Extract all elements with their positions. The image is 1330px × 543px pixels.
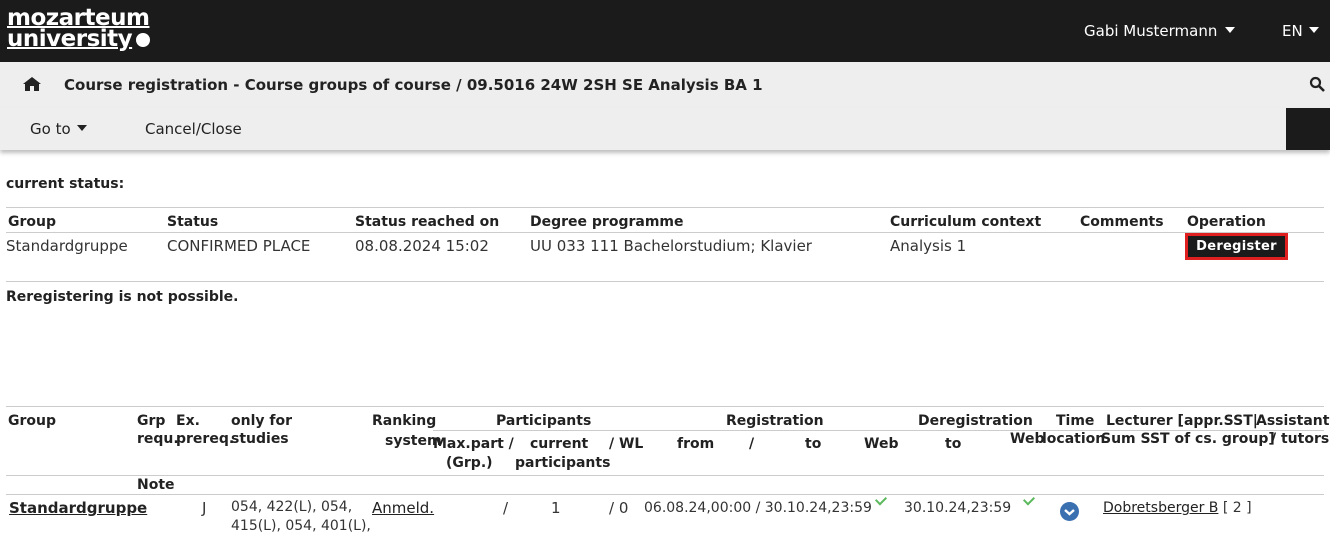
- col-only-for-line2: studies: [231, 431, 289, 447]
- curriculum-context: Analysis 1: [890, 237, 967, 255]
- col-current-line2: participants: [515, 455, 611, 471]
- col-dereg-to: to: [945, 436, 962, 452]
- divider: [6, 232, 1324, 233]
- deregister-button[interactable]: Deregister: [1185, 233, 1288, 260]
- col-ranking: Ranking: [372, 413, 437, 429]
- col-registration: Registration: [726, 413, 824, 429]
- ranking-link-text[interactable]: Anmeld.: [372, 499, 434, 517]
- col-reg-slash: /: [749, 436, 755, 452]
- reregister-note: Reregistering is not possible.: [6, 289, 239, 305]
- col-time: Time: [1056, 413, 1095, 429]
- check-icon: [1022, 493, 1036, 506]
- col-dereg-web: Web: [1010, 431, 1045, 447]
- col-reg-to: to: [805, 436, 822, 452]
- col-wl: / WL: [609, 436, 644, 452]
- language-menu[interactable]: EN: [1282, 22, 1319, 40]
- only-for-line1: 054, 422(L), 054,: [231, 499, 353, 515]
- chevron-down-icon: [1308, 27, 1319, 33]
- top-bar: mozarteum university Gabi Mustermann EN: [0, 0, 1330, 62]
- registration-period: 06.08.24,00:00 / 30.10.24,23:59: [644, 500, 872, 516]
- cancel-close-button[interactable]: Cancel/Close: [145, 120, 242, 138]
- logo-line2: university: [7, 28, 151, 51]
- col-ex-prereq: Ex.: [176, 413, 200, 429]
- goto-label: Go to: [30, 120, 71, 138]
- col-grp-requ-line2: requ.: [137, 431, 179, 447]
- divider: [6, 406, 1324, 407]
- group-link[interactable]: Standardgruppe: [9, 499, 147, 517]
- group-link-text[interactable]: Standardgruppe: [9, 499, 147, 517]
- col-lecturer: Lecturer [appr.SST|: [1106, 413, 1258, 429]
- chevron-down-icon: [1225, 27, 1236, 33]
- user-name: Gabi Mustermann: [1084, 22, 1218, 40]
- divider: [6, 207, 1324, 208]
- col-operation: Operation: [1187, 214, 1266, 230]
- ranking-link[interactable]: Anmeld.: [372, 499, 434, 517]
- action-bar: Go to Cancel/Close: [0, 108, 1330, 150]
- page-title: Course registration - Course groups of c…: [64, 76, 763, 94]
- col-status-reached: Status reached on: [355, 214, 500, 230]
- current-participants-value: 1: [551, 499, 561, 517]
- ex-prereq-value: J: [202, 499, 207, 517]
- search-icon[interactable]: [1309, 76, 1325, 92]
- col-time-line2: location: [1042, 431, 1106, 447]
- status-heading: current status:: [6, 176, 125, 192]
- col-group: Group: [8, 214, 57, 230]
- col-only-for: only for: [231, 413, 292, 429]
- col-current: current: [530, 436, 589, 452]
- deregistration-to: 30.10.24,23:59: [904, 500, 1012, 516]
- divider: [6, 281, 1324, 282]
- col-reg-from: from: [677, 436, 715, 452]
- status-group: Standardgruppe: [6, 237, 128, 255]
- only-for-line2: 415(L), 054, 401(L),: [231, 518, 371, 534]
- col-reg-web: Web: [864, 436, 899, 452]
- lecturer: Dobretsberger B [ 2 ]: [1103, 500, 1252, 516]
- logo[interactable]: mozarteum university: [7, 7, 151, 51]
- col-ex-prereq-line2: prereq.: [176, 431, 235, 447]
- col-deregistration: Deregistration: [918, 413, 1033, 429]
- user-menu[interactable]: Gabi Mustermann: [1084, 22, 1236, 40]
- chevron-down-icon: [76, 125, 87, 131]
- divider: [6, 494, 1324, 495]
- col-lecturer-line2: Sum SST of cs. group]: [1101, 431, 1275, 447]
- status-value: CONFIRMED PLACE: [167, 237, 311, 255]
- time-location-icon[interactable]: [1060, 502, 1079, 521]
- col-max-part: Max.part /: [433, 436, 514, 452]
- home-icon[interactable]: [22, 76, 42, 92]
- col-group: Group: [8, 413, 57, 429]
- col-assistants-line2: / tutors: [1271, 431, 1330, 447]
- col-status: Status: [167, 214, 219, 230]
- col-participants: Participants: [496, 413, 592, 429]
- degree-programme: UU 033 111 Bachelorstudium; Klavier: [530, 237, 812, 255]
- check-icon: [874, 493, 888, 506]
- wl-value: / 0: [609, 499, 629, 517]
- col-comments: Comments: [1080, 214, 1164, 230]
- breadcrumb-bar: Course registration - Course groups of c…: [0, 62, 1330, 108]
- col-note: Note: [137, 477, 175, 493]
- chevron-down-icon: [1064, 509, 1075, 516]
- action-bar-end-block: [1286, 108, 1330, 150]
- max-part-value: /: [503, 499, 509, 517]
- lecturer-sst: [ 2 ]: [1222, 500, 1252, 516]
- col-curriculum: Curriculum context: [890, 214, 1042, 230]
- divider: [6, 475, 1324, 476]
- col-degree: Degree programme: [530, 214, 684, 230]
- col-grp-requ: Grp: [137, 413, 166, 429]
- status-reached-on: 08.08.2024 15:02: [355, 237, 489, 255]
- col-assistants: Assistants: [1256, 413, 1330, 429]
- goto-menu[interactable]: Go to: [30, 120, 87, 138]
- language-label: EN: [1282, 22, 1303, 40]
- lecturer-link[interactable]: Dobretsberger B: [1103, 500, 1218, 516]
- col-max-part-line2: (Grp.): [446, 455, 493, 471]
